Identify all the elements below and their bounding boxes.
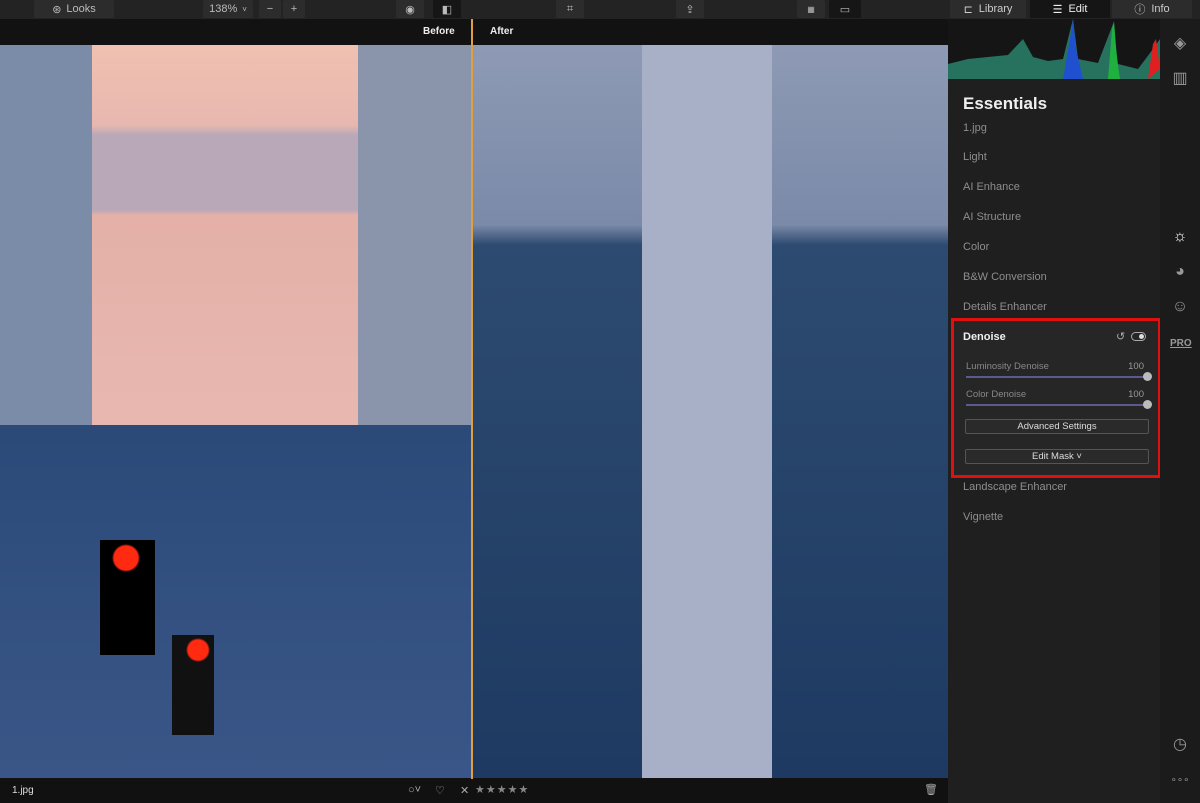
essentials-sun-icon[interactable]: ☼ bbox=[1170, 227, 1190, 247]
preview-eye-button[interactable]: ◉ bbox=[396, 0, 424, 18]
compare-divider-handle[interactable] bbox=[471, 19, 473, 779]
trash-icon[interactable]: 🗑 bbox=[924, 783, 938, 796]
flag-button[interactable]: ○˅ bbox=[408, 784, 421, 796]
section-landscape-enhancer[interactable]: Landscape Enhancer bbox=[963, 481, 1067, 493]
bottom-bar: 1.jpg ○˅ ♡ ✕ ★★★★★ 🗑 bbox=[0, 779, 948, 803]
section-color[interactable]: Color bbox=[963, 241, 989, 253]
section-details-enhancer[interactable]: Details Enhancer bbox=[963, 301, 1047, 313]
histogram bbox=[948, 19, 1160, 79]
share-button[interactable]: ⇪ bbox=[676, 0, 704, 18]
looks-button[interactable]: ⊛ Looks bbox=[34, 0, 114, 18]
color-denoise-slider[interactable] bbox=[966, 400, 1152, 409]
library-icon: ⊏ bbox=[963, 3, 973, 16]
panel-title: Essentials bbox=[963, 94, 1048, 113]
luminosity-denoise-value: 100 bbox=[1128, 361, 1144, 372]
split-view-icon: ◧ bbox=[441, 3, 453, 16]
pro-icon[interactable]: PRO bbox=[1170, 334, 1192, 354]
reject-icon[interactable]: ✕ bbox=[460, 784, 469, 797]
top-toolbar: ⊛ Looks 138% ˅ − + ◉ ◧ ⌗ ⇪ ▦ ▭ ⊏ Library ☰ E… bbox=[0, 0, 1200, 19]
heart-icon[interactable]: ♡ bbox=[435, 784, 445, 797]
history-clock-icon[interactable]: ◷ bbox=[1170, 735, 1190, 755]
info-icon: ⓘ bbox=[1134, 4, 1146, 16]
luminosity-denoise-slider[interactable] bbox=[966, 372, 1152, 381]
section-bw-conversion[interactable]: B&W Conversion bbox=[963, 271, 1047, 283]
photo bbox=[0, 45, 948, 778]
before-image bbox=[0, 45, 472, 778]
sliders-icon: ☰ bbox=[1052, 3, 1063, 16]
denoise-title: Denoise bbox=[963, 331, 1006, 343]
section-ai-enhance[interactable]: AI Enhance bbox=[963, 181, 1020, 193]
presets-icon[interactable]: ▥ bbox=[1170, 69, 1190, 89]
filename: 1.jpg bbox=[12, 785, 34, 796]
share-icon: ⇪ bbox=[685, 3, 695, 16]
slider-handle[interactable] bbox=[1143, 372, 1152, 381]
portrait-face-icon[interactable]: ☺ bbox=[1170, 297, 1190, 317]
luminosity-denoise-label: Luminosity Denoise bbox=[966, 361, 1049, 372]
crop-button[interactable]: ⌗ bbox=[556, 0, 584, 18]
tab-edit[interactable]: ☰ Edit bbox=[1030, 0, 1110, 18]
file-name-label: 1.jpg bbox=[963, 122, 987, 134]
zoom-out-button[interactable]: − bbox=[259, 0, 281, 18]
single-view-button[interactable]: ▭ bbox=[829, 0, 861, 18]
denoise-section: Denoise ↺ Luminosity Denoise 100 Color D… bbox=[951, 318, 1161, 478]
slider-handle[interactable] bbox=[1143, 400, 1152, 409]
grid-view-button[interactable]: ▦ bbox=[797, 0, 825, 18]
reset-icon[interactable]: ↺ bbox=[1116, 330, 1125, 343]
before-label: Before bbox=[423, 26, 455, 37]
tool-strip: ◈ ▥ ☼ ◕ ☺ PRO ◷ ∘∘∘ bbox=[1160, 19, 1200, 803]
section-light[interactable]: Light bbox=[963, 151, 987, 163]
edit-mask-button[interactable]: Edit Mask ˅ bbox=[965, 449, 1149, 464]
tab-library[interactable]: ⊏ Library bbox=[950, 0, 1026, 18]
chevron-down-icon: ˅ bbox=[242, 4, 247, 14]
color-denoise-value: 100 bbox=[1128, 389, 1144, 400]
more-icon[interactable]: ∘∘∘ bbox=[1170, 771, 1190, 791]
layers-icon[interactable]: ◈ bbox=[1170, 34, 1190, 54]
tab-info[interactable]: ⓘ Info bbox=[1112, 0, 1192, 18]
advanced-settings-button[interactable]: Advanced Settings bbox=[965, 419, 1149, 434]
grid-icon: ▦ bbox=[807, 4, 815, 14]
after-label: After bbox=[490, 26, 514, 37]
section-ai-structure[interactable]: AI Structure bbox=[963, 211, 1021, 223]
single-view-icon: ▭ bbox=[839, 3, 851, 16]
star-rating[interactable]: ★★★★★ bbox=[475, 783, 529, 796]
section-vignette[interactable]: Vignette bbox=[963, 511, 1003, 523]
after-image bbox=[472, 45, 948, 778]
creative-palette-icon[interactable]: ◕ bbox=[1170, 262, 1190, 282]
zoom-in-button[interactable]: + bbox=[283, 0, 305, 18]
crop-icon: ⌗ bbox=[566, 2, 574, 15]
toggle-switch[interactable] bbox=[1131, 332, 1146, 341]
zoom-dropdown[interactable]: 138% ˅ bbox=[203, 0, 253, 18]
looks-icon: ⊛ bbox=[52, 3, 62, 16]
color-denoise-label: Color Denoise bbox=[966, 389, 1027, 400]
compare-button[interactable]: ◧ bbox=[433, 0, 461, 18]
eye-icon: ◉ bbox=[405, 3, 415, 16]
